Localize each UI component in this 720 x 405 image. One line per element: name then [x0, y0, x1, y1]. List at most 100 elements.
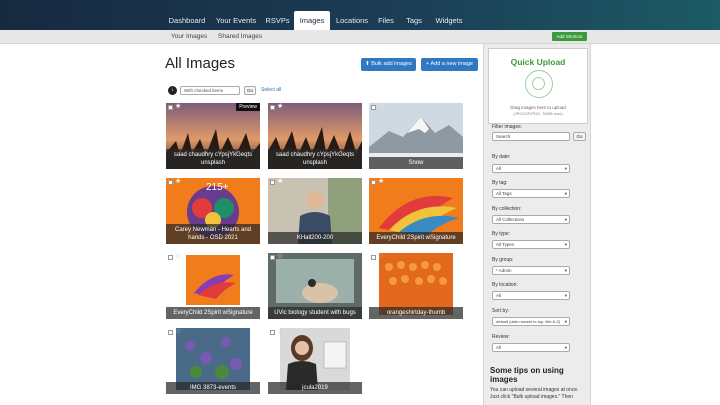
upload-target-icon — [525, 70, 553, 98]
image-card[interactable]: ★ saad chaudhry cYpsjYkGeqts unsplash — [268, 103, 362, 169]
tab-your-events[interactable]: Your Events — [212, 11, 260, 30]
chevron-down-icon: ▾ — [564, 166, 567, 171]
select-checkbox[interactable] — [270, 255, 275, 260]
review-value: All — [496, 345, 502, 350]
select-checkbox[interactable] — [168, 180, 173, 185]
tab-dashboard[interactable]: Dashboard — [165, 11, 209, 30]
star-icon[interactable]: ☆ — [175, 253, 181, 261]
tab-tags[interactable]: Tags — [401, 11, 427, 30]
sort-by-value: default (date newest to top, title A-Z) — [496, 319, 561, 324]
select-checkbox[interactable] — [270, 180, 275, 185]
image-card[interactable]: ☆ Snow — [369, 103, 463, 169]
filter-group-select[interactable]: * Admin ▾ — [492, 266, 570, 275]
image-card[interactable]: ☆ EveryChild 2Spirit wSignature — [166, 253, 260, 319]
sort-by-select[interactable]: default (date newest to top, title A-Z) ▾ — [492, 317, 570, 326]
image-card[interactable]: ★ Preview saad chaudhry cYpsjYkGeqts uns… — [166, 103, 260, 169]
image-label: saad chaudhry cYpsjYkGeqts unsplash — [268, 149, 362, 169]
filter-tag-select[interactable]: All Tags ▾ — [492, 189, 570, 198]
select-all-link[interactable]: Select all — [261, 87, 281, 93]
star-icon[interactable]: ☆ — [175, 328, 181, 336]
tab-locations[interactable]: Locations — [333, 11, 371, 30]
bulk-go-button[interactable]: Go — [244, 86, 256, 95]
tips-text: You can upload several images at once. J… — [490, 387, 579, 400]
tab-files[interactable]: Files — [374, 11, 398, 30]
star-icon[interactable]: ☆ — [277, 328, 283, 336]
filter-date-value: All — [496, 166, 502, 171]
star-icon[interactable]: ☆ — [378, 253, 384, 261]
search-go-button[interactable]: Go — [573, 132, 586, 141]
select-checkbox[interactable] — [168, 255, 173, 260]
drag-text: Drag images here to upload — [510, 105, 566, 110]
image-label: KHall200-200 — [268, 232, 362, 244]
filter-tag-value: All Tags — [496, 191, 512, 196]
arrow-down-icon[interactable]: ↓ — [168, 86, 177, 95]
filter-location-value: All — [496, 293, 502, 298]
filter-collection-value: All Collections — [496, 217, 525, 222]
tips-title: Some tips on using images — [490, 366, 564, 384]
image-label: jcula2019 — [268, 382, 362, 394]
image-card[interactable]: ★ KHall200-200 — [268, 178, 362, 244]
quick-upload-box[interactable]: Quick Upload Drag images here to upload … — [488, 48, 588, 124]
star-icon[interactable]: ★ — [277, 103, 283, 111]
star-icon[interactable]: ☆ — [277, 253, 283, 261]
svg-text:215+: 215+ — [206, 182, 229, 193]
image-label: Carey Newman - Hearts and hands - OSD 20… — [166, 224, 260, 244]
page-title: All Images — [165, 55, 236, 72]
filter-collection-select[interactable]: All Collections ▾ — [492, 215, 570, 224]
review-select[interactable]: All ▾ — [492, 343, 570, 352]
filter-images-label: Filter images: — [492, 124, 523, 130]
tab-widgets[interactable]: Widgets — [430, 11, 468, 30]
review-label: Review: — [492, 334, 510, 340]
filter-date-label: By date: — [492, 154, 511, 160]
subnav-shared-images[interactable]: Shared Images — [218, 33, 262, 40]
filter-collection-label: By collection: — [492, 206, 522, 212]
star-icon[interactable]: ★ — [378, 178, 384, 186]
image-card[interactable]: ★ EveryChild 2Spirit wSignature — [369, 178, 463, 244]
upload-icon: ⬆ — [365, 61, 370, 67]
chevron-down-icon: ▾ — [564, 345, 567, 350]
chevron-down-icon: ▾ — [564, 217, 567, 222]
image-label: UVic biology student with bugs — [268, 307, 362, 319]
filter-type-select[interactable]: All Types ▾ — [492, 240, 570, 249]
filter-location-select[interactable]: All ▾ — [492, 291, 570, 300]
sort-by-label: Sort by: — [492, 308, 510, 314]
tab-images[interactable]: Images — [294, 11, 330, 30]
star-icon[interactable]: ☆ — [378, 103, 384, 111]
filter-type-value: All Types — [496, 242, 515, 247]
subnav-your-images[interactable]: Your Images — [171, 33, 207, 40]
select-checkbox[interactable] — [270, 105, 275, 110]
filter-location-label: By location: — [492, 282, 518, 288]
select-checkbox[interactable] — [371, 105, 376, 110]
select-checkbox[interactable] — [270, 330, 275, 335]
star-icon[interactable]: ★ — [175, 178, 181, 186]
add-new-label: Add a new image — [430, 61, 473, 67]
add-shortcut-button[interactable]: Add Shortcut — [552, 32, 587, 41]
chevron-down-icon: ▾ — [564, 242, 567, 247]
quick-upload-title: Quick Upload — [510, 57, 566, 67]
sub-nav: Your Images Shared Images Add Shortcut — [0, 30, 720, 44]
image-card[interactable]: ☆ jcula2019 — [268, 328, 362, 394]
select-checkbox[interactable] — [371, 180, 376, 185]
image-card[interactable]: ☆ IMG 3873-events — [166, 328, 260, 394]
select-checkbox[interactable] — [168, 330, 173, 335]
drag-subtext: (JPG/GIF/PNG, 30MB max) — [513, 111, 563, 116]
chevron-down-icon: ▾ — [564, 293, 567, 298]
bulk-add-images-button[interactable]: ⬆ Bulk add images — [361, 58, 416, 71]
star-icon[interactable]: ★ — [175, 103, 181, 111]
image-label: saad chaudhry cYpsjYkGeqts unsplash — [166, 149, 260, 169]
select-checkbox[interactable] — [168, 105, 173, 110]
star-icon[interactable]: ★ — [277, 178, 283, 186]
image-label: orangeshirtday-thumb — [369, 307, 463, 319]
bulk-action-select[interactable]: With checked items — [180, 86, 240, 95]
image-card[interactable]: 215+ ★ Carey Newman - Hearts and hands -… — [166, 178, 260, 244]
add-new-image-button[interactable]: + Add a new image — [421, 58, 478, 71]
search-input[interactable]: Search — [492, 132, 570, 141]
preview-badge[interactable]: Preview — [236, 103, 260, 111]
image-card[interactable]: ☆ UVic biology student with bugs — [268, 253, 362, 319]
filter-type-label: By type: — [492, 231, 511, 237]
tab-rsvps[interactable]: RSVPs — [263, 11, 292, 30]
filter-date-select[interactable]: All ▾ — [492, 164, 570, 173]
select-checkbox[interactable] — [371, 255, 376, 260]
image-card[interactable]: ☆ orangeshirtday-thumb — [369, 253, 463, 319]
image-label: EveryChild 2Spirit wSignature — [369, 232, 463, 244]
